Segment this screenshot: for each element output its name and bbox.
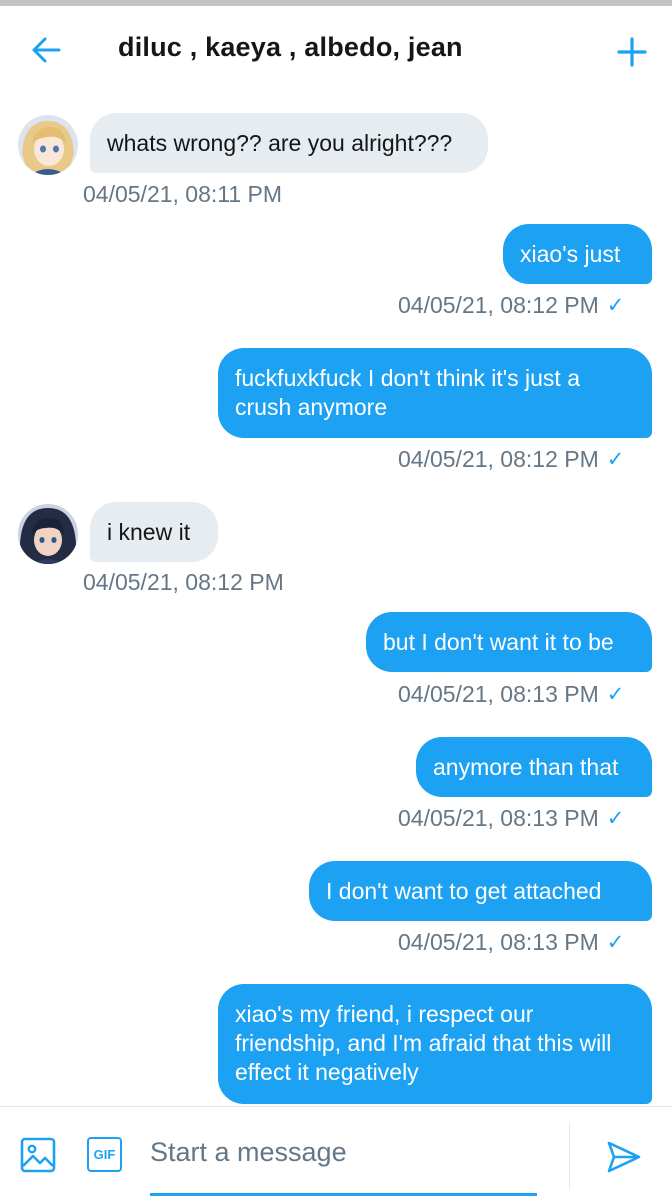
message-text: xiao's my friend, i respect our friendsh… <box>235 1001 612 1085</box>
image-icon <box>20 1137 56 1173</box>
sent-check-icon: ✓ <box>606 807 625 830</box>
message-timestamp: 04/05/21, 08:11 PM <box>83 181 282 208</box>
gif-button[interactable]: GIF <box>87 1137 122 1172</box>
message-timestamp: 04/05/21, 08:12 PM ✓ <box>398 292 624 319</box>
add-media-button[interactable] <box>20 1137 58 1173</box>
plus-icon <box>617 37 647 67</box>
avatar-dark-hair-icon <box>18 504 78 564</box>
timestamp-text: 04/05/21, 08:13 PM <box>398 805 599 831</box>
avatar[interactable] <box>18 504 78 564</box>
message-bubble-outgoing[interactable]: xiao's my friend, i respect our friendsh… <box>218 984 652 1104</box>
message-bubble-outgoing[interactable]: I don't want to get attached <box>309 861 652 921</box>
gif-label: GIF <box>93 1147 116 1162</box>
add-participant-button[interactable] <box>612 32 652 72</box>
message-input[interactable] <box>150 1131 536 1173</box>
conversation-header: diluc , kaeya , albedo, jean <box>0 6 672 94</box>
avatar-blonde-icon <box>18 115 78 175</box>
input-underline <box>150 1193 537 1196</box>
message-bubble-incoming[interactable]: whats wrong?? are you alright??? <box>90 113 488 173</box>
timestamp-text: 04/05/21, 08:12 PM <box>398 292 599 318</box>
message-timestamp: 04/05/21, 08:13 PM ✓ <box>398 805 624 832</box>
message-list[interactable]: whats wrong?? are you alright??? 04/05/2… <box>0 94 672 1106</box>
message-bubble-incoming[interactable]: i knew it <box>90 502 218 562</box>
message-timestamp: 04/05/21, 08:12 PM ✓ <box>398 446 624 473</box>
message-text: whats wrong?? are you alright??? <box>107 129 453 156</box>
message-text: xiao's just <box>520 240 621 267</box>
message-bubble-outgoing[interactable]: fuckfuxkfuck I don't think it's just a c… <box>218 348 652 438</box>
sent-check-icon: ✓ <box>606 294 625 317</box>
message-bubble-outgoing[interactable]: anymore than that <box>416 737 652 797</box>
message-text: fuckfuxkfuck I don't think it's just a c… <box>235 365 580 420</box>
sent-check-icon: ✓ <box>606 931 625 954</box>
avatar[interactable] <box>18 115 78 175</box>
timestamp-text: 04/05/21, 08:12 PM <box>83 569 284 595</box>
send-icon <box>607 1141 641 1173</box>
composer-divider <box>569 1123 570 1189</box>
arrow-left-icon <box>32 37 61 63</box>
message-text: anymore than that <box>433 753 619 780</box>
timestamp-text: 04/05/21, 08:13 PM <box>398 929 599 955</box>
sent-check-icon: ✓ <box>606 448 625 471</box>
send-button[interactable] <box>606 1139 642 1175</box>
sent-check-icon: ✓ <box>606 683 625 706</box>
message-timestamp: 04/05/21, 08:13 PM ✓ <box>398 929 624 956</box>
message-text: but I don't want it to be <box>383 628 614 655</box>
message-text: I don't want to get attached <box>326 877 602 904</box>
message-bubble-outgoing[interactable]: xiao's just <box>503 224 652 284</box>
message-timestamp: 04/05/21, 08:12 PM <box>83 569 284 596</box>
message-timestamp: 04/05/21, 08:13 PM ✓ <box>398 681 624 708</box>
timestamp-text: 04/05/21, 08:13 PM <box>398 681 599 707</box>
message-text: i knew it <box>107 518 191 545</box>
timestamp-text: 04/05/21, 08:11 PM <box>83 181 283 207</box>
conversation-title: diluc , kaeya , albedo, jean <box>118 32 463 62</box>
message-composer: GIF <box>0 1106 672 1200</box>
timestamp-text: 04/05/21, 08:12 PM <box>398 446 599 472</box>
message-bubble-outgoing[interactable]: but I don't want it to be <box>366 612 652 672</box>
back-button[interactable] <box>28 32 64 68</box>
